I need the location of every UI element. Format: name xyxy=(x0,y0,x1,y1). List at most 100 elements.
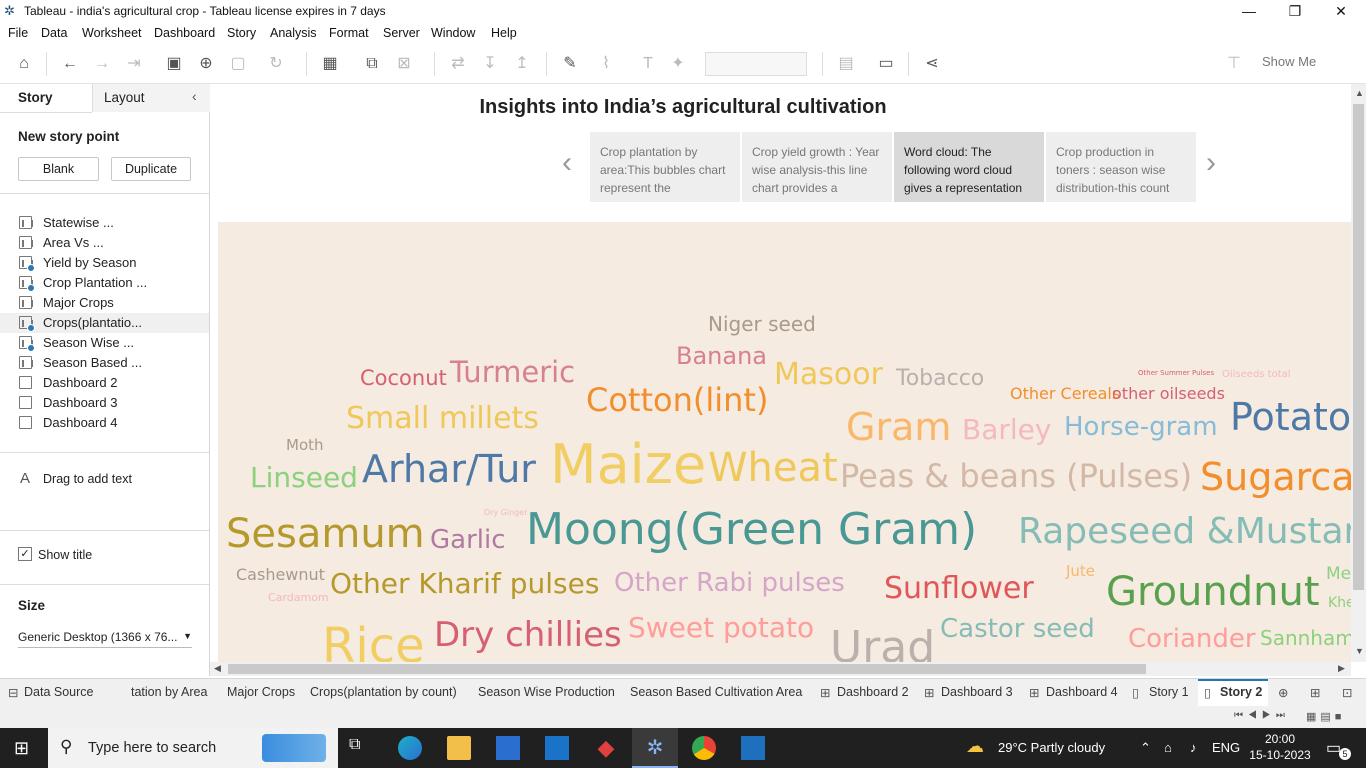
word-cloud-term[interactable]: Jute xyxy=(1066,564,1095,579)
tab-layout[interactable]: Layout xyxy=(104,90,145,105)
word-cloud-term[interactable]: Potato xyxy=(1230,398,1351,436)
word-cloud-term[interactable]: Rice xyxy=(322,622,425,662)
word-cloud-term[interactable]: Turmeric xyxy=(450,358,575,387)
tab-nav-arrows-icon[interactable]: ⏮◀▶⏭ xyxy=(1234,710,1290,721)
mail-icon[interactable] xyxy=(545,736,569,760)
tab-plantation-by-area[interactable]: tation by Area xyxy=(131,685,207,699)
sort-descending-icon[interactable]: ↥ xyxy=(510,52,534,76)
sheet-item[interactable]: Crops(plantatio... xyxy=(0,313,209,333)
word-cloud-term[interactable]: Cashewnut xyxy=(236,567,325,583)
word-cloud-term[interactable]: Barley xyxy=(962,416,1051,444)
word-cloud-term[interactable]: Small millets xyxy=(346,404,539,434)
task-view-icon[interactable]: ⧉ xyxy=(349,736,373,760)
word-cloud-term[interactable]: Arhar/Tur xyxy=(362,450,536,488)
word-cloud-term[interactable]: Sesamum xyxy=(226,514,425,554)
show-hidden-icons[interactable]: ⌃ xyxy=(1140,740,1151,756)
word-cloud-term[interactable]: Castor seed xyxy=(940,616,1095,642)
sheet-item[interactable]: Area Vs ... xyxy=(0,233,209,253)
tab-season-based[interactable]: Season Based Cultivation Area xyxy=(630,685,802,699)
word-cloud-term[interactable]: Banana xyxy=(676,344,767,368)
sheet-item[interactable]: Yield by Season xyxy=(0,253,209,273)
word-cloud-term[interactable]: Dry Ginger xyxy=(484,509,528,517)
edge-icon[interactable] xyxy=(398,736,422,760)
tab-season-wise[interactable]: Season Wise Production xyxy=(478,685,615,699)
word-cloud-term[interactable]: Other Rabi pulses xyxy=(614,570,845,596)
word-cloud-term[interactable]: Wheat xyxy=(708,448,838,488)
attach-icon[interactable]: ⌇ xyxy=(594,52,618,76)
sheet-item[interactable]: Dashboard 3 xyxy=(0,393,209,413)
save-icon[interactable]: ▣ xyxy=(162,52,186,76)
story-point-1[interactable]: Crop plantation by area:This bubbles cha… xyxy=(590,132,740,202)
replay-icon[interactable]: ⇥ xyxy=(122,52,146,76)
tab-story-2[interactable]: Story 2 xyxy=(1220,685,1262,699)
menu-dashboard[interactable]: Dashboard xyxy=(154,26,215,40)
sheet-item[interactable]: Major Crops xyxy=(0,293,209,313)
blank-button[interactable]: Blank xyxy=(18,157,99,181)
menu-file[interactable]: File xyxy=(8,26,28,40)
word-cloud-term[interactable]: Gram xyxy=(846,408,951,446)
network-icon[interactable]: ⌂ xyxy=(1164,740,1172,755)
word-cloud-term[interactable]: Mesta xyxy=(1326,566,1351,583)
tab-data-source[interactable]: Data Source xyxy=(24,685,93,699)
swap-icon[interactable]: ⇄ xyxy=(446,52,470,76)
weather-text[interactable]: 29°C Partly cloudy xyxy=(998,740,1105,755)
windows-start-icon[interactable]: ⊞ xyxy=(14,738,29,759)
word-cloud-term[interactable]: Other Kharif pulses xyxy=(330,570,599,598)
sort-ascending-icon[interactable]: ↧ xyxy=(478,52,502,76)
new-datasource-icon[interactable]: ⊕ xyxy=(194,52,218,76)
new-worksheet-icon[interactable]: ▦ xyxy=(318,52,342,76)
word-cloud-term[interactable]: Cardamom xyxy=(268,592,329,603)
menu-analysis[interactable]: Analysis xyxy=(270,26,317,40)
menu-help[interactable]: Help xyxy=(491,26,517,40)
show-title-checkbox[interactable]: ✓ xyxy=(18,547,32,561)
maximize-button[interactable]: ❐ xyxy=(1272,0,1318,24)
drag-text-item[interactable]: Drag to add text xyxy=(43,472,132,486)
vertical-scrollbar[interactable]: ▲ ▼ xyxy=(1351,84,1366,662)
sheet-item[interactable]: Statewise ... xyxy=(0,213,209,233)
word-cloud-term[interactable]: Linseed xyxy=(250,464,358,492)
word-cloud-term[interactable]: Sunflower xyxy=(884,574,1034,604)
tab-dashboard-3[interactable]: Dashboard 3 xyxy=(941,685,1013,699)
menu-story[interactable]: Story xyxy=(227,26,256,40)
home-icon[interactable]: ⌂ xyxy=(12,52,36,76)
app-icon[interactable]: ◆ xyxy=(594,736,618,760)
word-cloud-term[interactable]: Other Summer Pulses xyxy=(1138,370,1214,377)
new-worksheet-tab-icon[interactable]: ⊕ xyxy=(1278,685,1288,700)
clear-sheet-icon[interactable]: ⊠ xyxy=(392,52,416,76)
show-me-button[interactable]: Show Me xyxy=(1262,54,1316,69)
pause-update-icon[interactable]: ▢ xyxy=(226,52,250,76)
tab-major-crops[interactable]: Major Crops xyxy=(227,685,295,699)
language-indicator[interactable]: ENG xyxy=(1212,740,1240,755)
file-explorer-icon[interactable] xyxy=(447,736,471,760)
show-cards-icon[interactable]: ▤ xyxy=(834,52,858,76)
duplicate-button[interactable]: Duplicate xyxy=(111,157,191,181)
menu-worksheet[interactable]: Worksheet xyxy=(82,26,142,40)
close-button[interactable]: ✕ xyxy=(1318,0,1364,24)
word-cloud-term[interactable]: Niger seed xyxy=(708,314,816,334)
sheet-item[interactable]: Season Wise ... xyxy=(0,333,209,353)
share-icon[interactable]: ⋖ xyxy=(920,52,944,76)
size-dropdown[interactable]: Generic Desktop (1366 x 76... ▼ xyxy=(18,626,192,648)
word-cloud-term[interactable]: Moth xyxy=(286,438,324,453)
tab-crops-plantation[interactable]: Crops(plantation by count) xyxy=(310,685,457,699)
menu-server[interactable]: Server xyxy=(383,26,420,40)
story-point-3[interactable]: Word cloud: The following word cloud giv… xyxy=(894,132,1044,202)
new-story-tab-icon[interactable]: ⊡ xyxy=(1342,685,1352,700)
sheet-item[interactable]: Crop Plantation ... xyxy=(0,273,209,293)
format-painter-icon[interactable]: ⊤ xyxy=(1222,52,1246,76)
horizontal-scroll-thumb[interactable] xyxy=(228,664,1146,674)
tab-dashboard-2[interactable]: Dashboard 2 xyxy=(837,685,909,699)
prev-story-point-icon[interactable]: ‹ xyxy=(562,146,572,180)
vertical-scroll-thumb[interactable] xyxy=(1353,104,1364,590)
undo-icon[interactable]: ← xyxy=(58,52,82,76)
volume-icon[interactable]: ♪ xyxy=(1190,740,1197,755)
text-label-icon[interactable]: T xyxy=(636,52,660,76)
next-story-point-icon[interactable]: › xyxy=(1206,146,1216,180)
clock-date[interactable]: 15-10-2023 xyxy=(1248,748,1312,762)
word-cloud-term[interactable]: Groundnut xyxy=(1106,572,1320,612)
clock-time[interactable]: 20:00 xyxy=(1262,732,1298,746)
fit-dropdown[interactable] xyxy=(705,52,807,76)
word-cloud-term[interactable]: Sannhamp xyxy=(1260,628,1351,648)
word-cloud-term[interactable]: Masoor xyxy=(774,360,883,390)
tab-dashboard-4[interactable]: Dashboard 4 xyxy=(1046,685,1118,699)
